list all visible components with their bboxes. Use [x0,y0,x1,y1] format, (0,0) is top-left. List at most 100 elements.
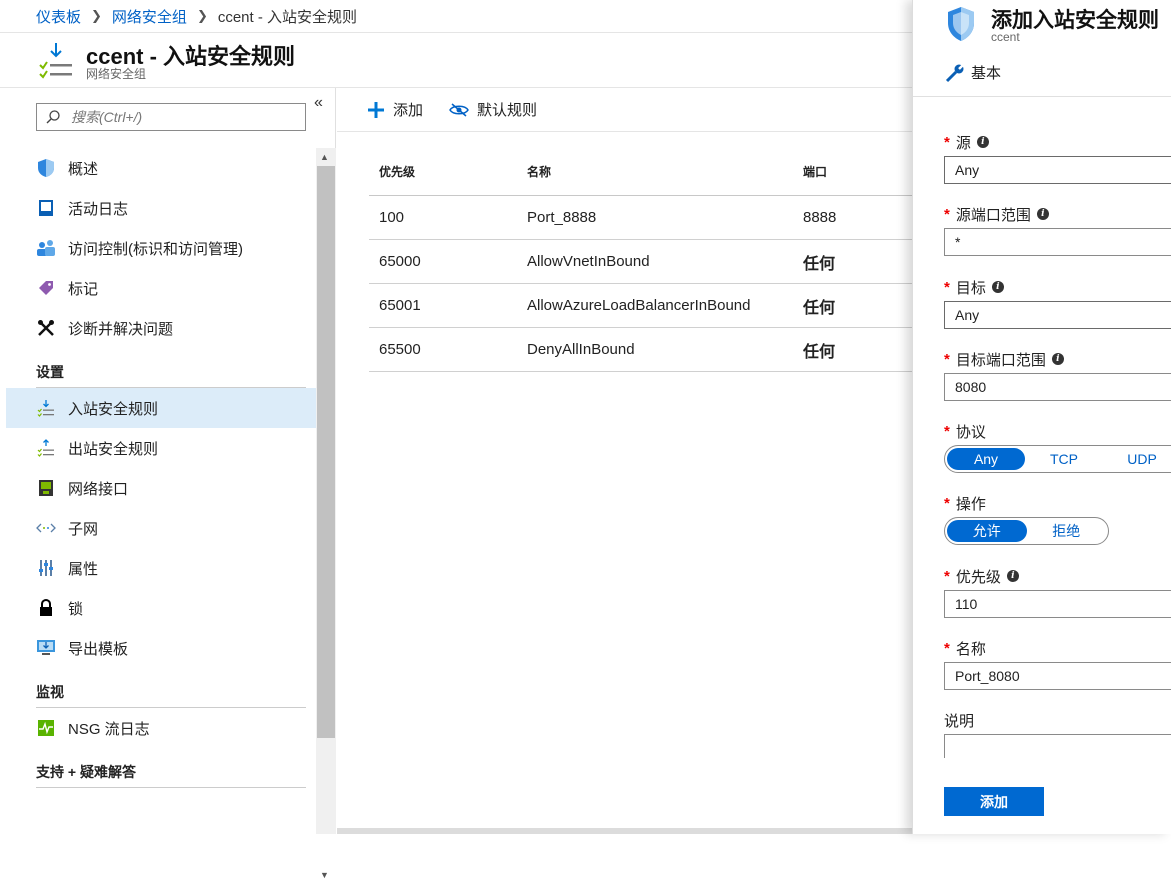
nav-item-locks[interactable]: 锁 [6,588,316,628]
shield-icon [36,158,56,178]
plus-icon [367,101,385,119]
scroll-up-icon[interactable]: ▲ [320,152,329,162]
collapse-menu-button[interactable]: « [314,94,323,112]
nav-item-label: 导出模板 [68,640,129,658]
nav-item-label: 活动日志 [68,200,129,218]
name-input[interactable]: Port_8080 [944,662,1171,690]
menu-search-box[interactable] [36,103,306,131]
tab-basic-label: 基本 [971,65,1002,82]
action-option-deny[interactable]: 拒绝 [1027,520,1107,542]
section-heading-support: 支持 + 疑难解答 [36,764,136,780]
priority-field: * 优先级 i 110 [944,566,1171,618]
nav-item-inbound-rules[interactable]: 入站安全规则 [6,388,316,428]
cell-name: AllowVnetInBound [527,253,650,270]
nav-item-network-interfaces[interactable]: 网络接口 [6,468,316,508]
info-icon[interactable]: i [1036,208,1049,220]
cell-priority: 65000 [379,253,421,270]
nav-list: 概述 活动日志 访问控制(标识和访问管理) 标记 诊断并解决问题 设置 入站安全… [6,148,316,788]
name-label: 名称 [955,640,986,658]
source-port-input[interactable]: * [944,228,1171,256]
required-marker: * [944,639,950,657]
section-divider [36,387,306,388]
destination-dropdown[interactable]: Any [944,301,1171,329]
breadcrumb-nsg[interactable]: 网络安全组 [112,6,187,27]
protocol-field: * 协议 Any TCP UDP [944,421,1171,473]
description-input[interactable] [944,734,1171,758]
lock-icon [36,598,56,618]
subnet-icon [36,518,56,538]
add-rule-button[interactable]: 添加 [367,99,423,120]
cell-priority: 65001 [379,297,421,314]
scroll-down-icon[interactable]: ▼ [320,870,329,880]
nav-item-label: 标记 [68,280,99,298]
priority-input[interactable]: 110 [944,590,1171,618]
properties-icon [36,558,56,578]
source-dropdown[interactable]: Any [944,156,1171,184]
table-row[interactable]: 65500 DenyAllInBound 任何 [369,328,929,372]
info-icon[interactable]: i [1051,353,1064,365]
nav-item-label: 概述 [68,160,99,178]
default-rules-button[interactable]: 默认规则 [449,99,537,120]
source-port-label: 源端口范围 [955,206,1031,224]
breadcrumb: 仪表板 ❯ 网络安全组 ❯ ccent - 入站安全规则 [0,0,912,32]
nav-item-label: 出站安全规则 [68,440,159,458]
info-icon[interactable]: i [976,136,989,148]
table-row[interactable]: 65000 AllowVnetInBound 任何 [369,240,929,284]
shield-icon [948,7,974,41]
page-subtitle: 网络安全组 [86,67,147,81]
menu-scrollbar[interactable]: ▲ ▼ [316,148,336,880]
nav-item-export-template[interactable]: 导出模板 [6,628,316,668]
cell-name: DenyAllInBound [527,341,635,358]
nav-item-label: 网络接口 [68,480,129,498]
protocol-option-any[interactable]: Any [947,448,1025,470]
column-header-port[interactable]: 端口 [793,163,929,180]
section-heading-monitoring: 监视 [36,684,64,700]
breadcrumb-dashboard[interactable]: 仪表板 [36,6,81,27]
tag-icon [36,278,56,298]
protocol-option-udp[interactable]: UDP [1103,448,1171,470]
tab-basic[interactable]: 基本 [945,62,1001,83]
nav-item-nsg-flow-logs[interactable]: NSG 流日志 [6,708,316,748]
table-row[interactable]: 65001 AllowAzureLoadBalancerInBound 任何 [369,284,929,328]
scrollbar-thumb[interactable] [317,166,335,738]
cell-priority: 65500 [379,341,421,358]
name-field: * 名称 Port_8080 [944,638,1171,690]
action-option-allow[interactable]: 允许 [947,520,1027,542]
description-field: 说明 [944,710,1171,758]
nav-item-access-control[interactable]: 访问控制(标识和访问管理) [6,228,316,268]
network-interface-icon [36,478,56,498]
nav-item-outbound-rules[interactable]: 出站安全规则 [6,428,316,468]
column-header-priority[interactable]: 优先级 [369,163,517,180]
destination-field: * 目标 i Any [944,277,1171,329]
nav-item-properties[interactable]: 属性 [6,548,316,588]
nav-item-diagnose[interactable]: 诊断并解决问题 [6,308,316,348]
info-icon[interactable]: i [1006,570,1019,582]
nav-item-subnets[interactable]: 子网 [6,508,316,548]
search-input[interactable] [71,109,291,125]
destination-port-label: 目标端口范围 [955,351,1046,369]
required-marker: * [944,205,950,223]
add-button[interactable]: 添加 [944,787,1044,816]
table-row[interactable]: 100 Port_8888 8888 [369,196,929,240]
tools-icon [36,318,56,338]
destination-port-input[interactable]: 8080 [944,373,1171,401]
required-marker: * [944,350,950,368]
nav-item-activity-log[interactable]: 活动日志 [6,188,316,228]
required-marker: * [944,494,950,512]
nav-item-label: 访问控制(标识和访问管理) [68,240,243,258]
protocol-label: 协议 [955,423,986,441]
protocol-option-tcp[interactable]: TCP [1025,448,1103,470]
wrench-icon [945,63,965,83]
horizontal-scrollbar[interactable] [337,828,912,834]
column-header-name[interactable]: 名称 [517,163,793,180]
action-toggle: 允许 拒绝 [944,517,1109,545]
command-bar: 添加 默认规则 [337,88,912,132]
people-icon [36,238,56,258]
nav-item-overview[interactable]: 概述 [6,148,316,188]
priority-label: 优先级 [955,568,1001,586]
nav-item-tags[interactable]: 标记 [6,268,316,308]
info-icon[interactable]: i [991,281,1004,293]
rules-table: 优先级 名称 端口 100 Port_8888 8888 65000 Allow… [369,148,929,372]
nav-item-label: 锁 [68,600,84,618]
default-rules-label: 默认规则 [477,102,538,119]
